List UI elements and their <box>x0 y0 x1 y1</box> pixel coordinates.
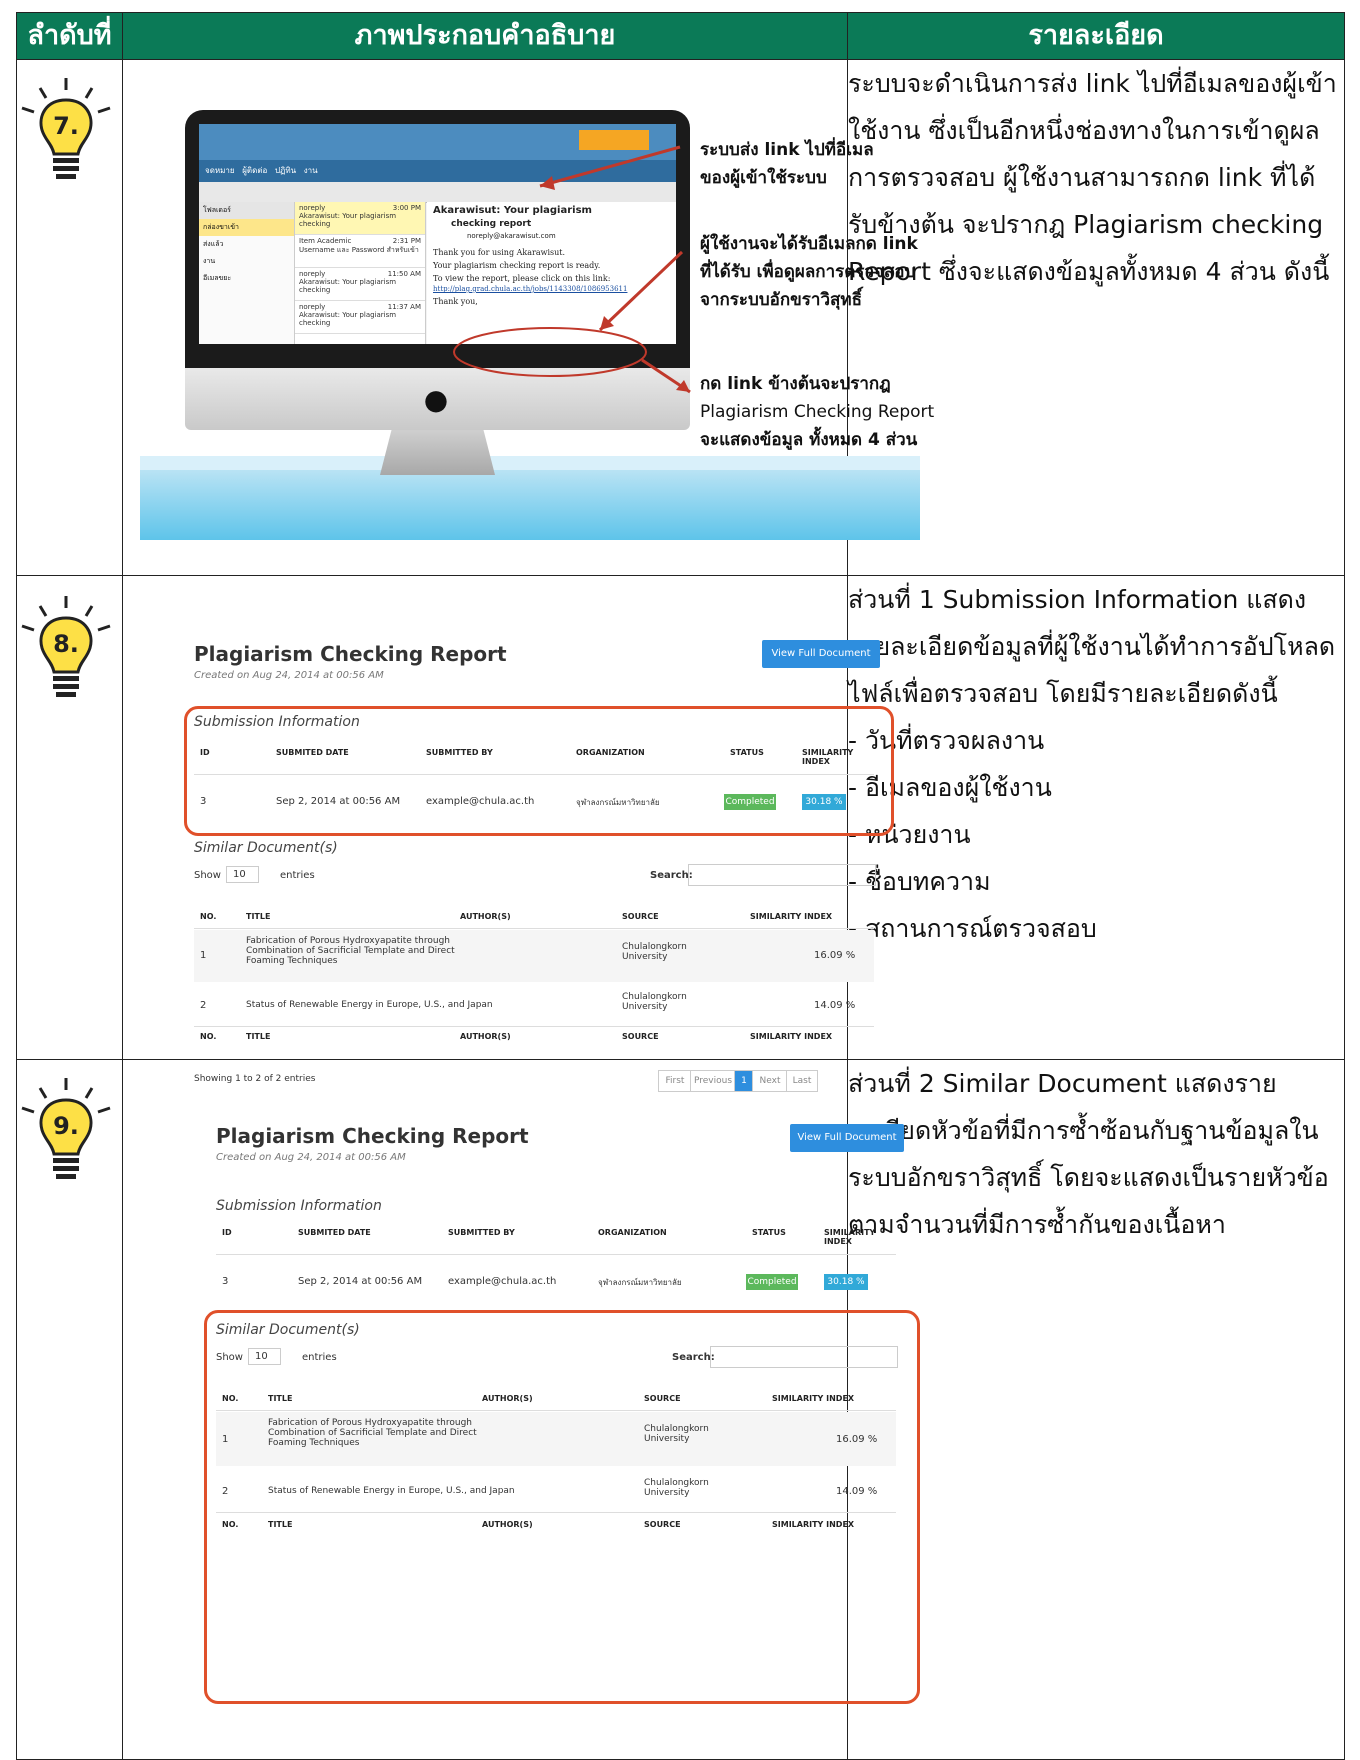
step-number: 9. <box>53 1112 79 1140</box>
list-item: - สถานการณ์ตรวจสอบ <box>848 914 1097 943</box>
similarity-badge: 30.18 % <box>802 794 846 810</box>
similar-docs-heading: Similar Document(s) <box>216 1322 360 1338</box>
report-title: Plagiarism Checking Report <box>194 642 507 666</box>
list-item: - อีเมลของผู้ใช้งาน <box>848 773 1052 802</box>
submission-info-heading: Submission Information <box>216 1198 382 1214</box>
pager-first[interactable]: First <box>658 1070 692 1092</box>
list-item: - ชื่อบทความ <box>848 867 991 896</box>
detail-cell-8: ส่วนที่ 1 Submission Information แสดงราย… <box>847 575 1345 1060</box>
submission-info-heading: Submission Information <box>194 714 360 730</box>
detail-text-8: ส่วนที่ 1 Submission Information แสดงราย… <box>848 585 1336 708</box>
view-full-document-button[interactable]: View Full Document <box>790 1124 904 1152</box>
search-input[interactable] <box>688 864 876 886</box>
report-panel-8: Plagiarism Checking Report Created on Au… <box>184 630 894 1100</box>
status-badge: Completed <box>746 1274 798 1290</box>
detail-cell-9: ส่วนที่ 2 Similar Document แสดงรายละเอีย… <box>847 1059 1345 1760</box>
annotation-text: กด link ข้างต้นจะปรากฎ Plagiarism Checkin… <box>700 374 935 450</box>
list-item: - หน่วยงาน <box>848 820 971 849</box>
status-badge: Completed <box>724 794 776 810</box>
entries-select[interactable]: 10 <box>226 866 259 883</box>
pager-previous[interactable]: Previous <box>690 1070 736 1092</box>
similarity-badge: 30.18 % <box>824 1274 868 1290</box>
report-title: Plagiarism Checking Report <box>216 1124 529 1148</box>
search-input[interactable] <box>710 1346 898 1368</box>
similar-docs-heading: Similar Document(s) <box>194 840 338 856</box>
report-created: Created on Aug 24, 2014 at 00:56 AM <box>216 1152 406 1163</box>
annotation-text: ผู้ใช้งานจะได้รับอีเมลกด link ที่ได้รับ เ… <box>700 234 918 310</box>
detail-list-8: - วันที่ตรวจผลงาน - อีเมลของผู้ใช้งาน - … <box>848 717 1344 952</box>
annotation-arrows <box>453 145 691 394</box>
detail-text-9: ส่วนที่ 2 Similar Document แสดงรายละเอีย… <box>848 1069 1329 1239</box>
view-full-document-button[interactable]: View Full Document <box>762 640 880 668</box>
entries-select[interactable]: 10 <box>248 1348 281 1365</box>
report-created: Created on Aug 24, 2014 at 00:56 AM <box>194 670 384 681</box>
lightbulb-icon: 8. <box>16 594 116 706</box>
highlight-box <box>204 1310 920 1704</box>
report-panel-9: Plagiarism Checking Report Created on Au… <box>204 1110 920 1710</box>
pager-page[interactable]: 1 <box>734 1070 754 1092</box>
step-number: 8. <box>53 630 79 658</box>
pager-next[interactable]: Next <box>752 1070 788 1092</box>
pager-last[interactable]: Last <box>786 1070 818 1092</box>
list-item: - วันที่ตรวจผลงาน <box>848 726 1045 755</box>
lightbulb-icon: 9. <box>16 1076 116 1188</box>
annotation-text: ระบบส่ง link ไปที่อีเมล ของผู้เข้าใช้ระบบ <box>700 140 874 188</box>
